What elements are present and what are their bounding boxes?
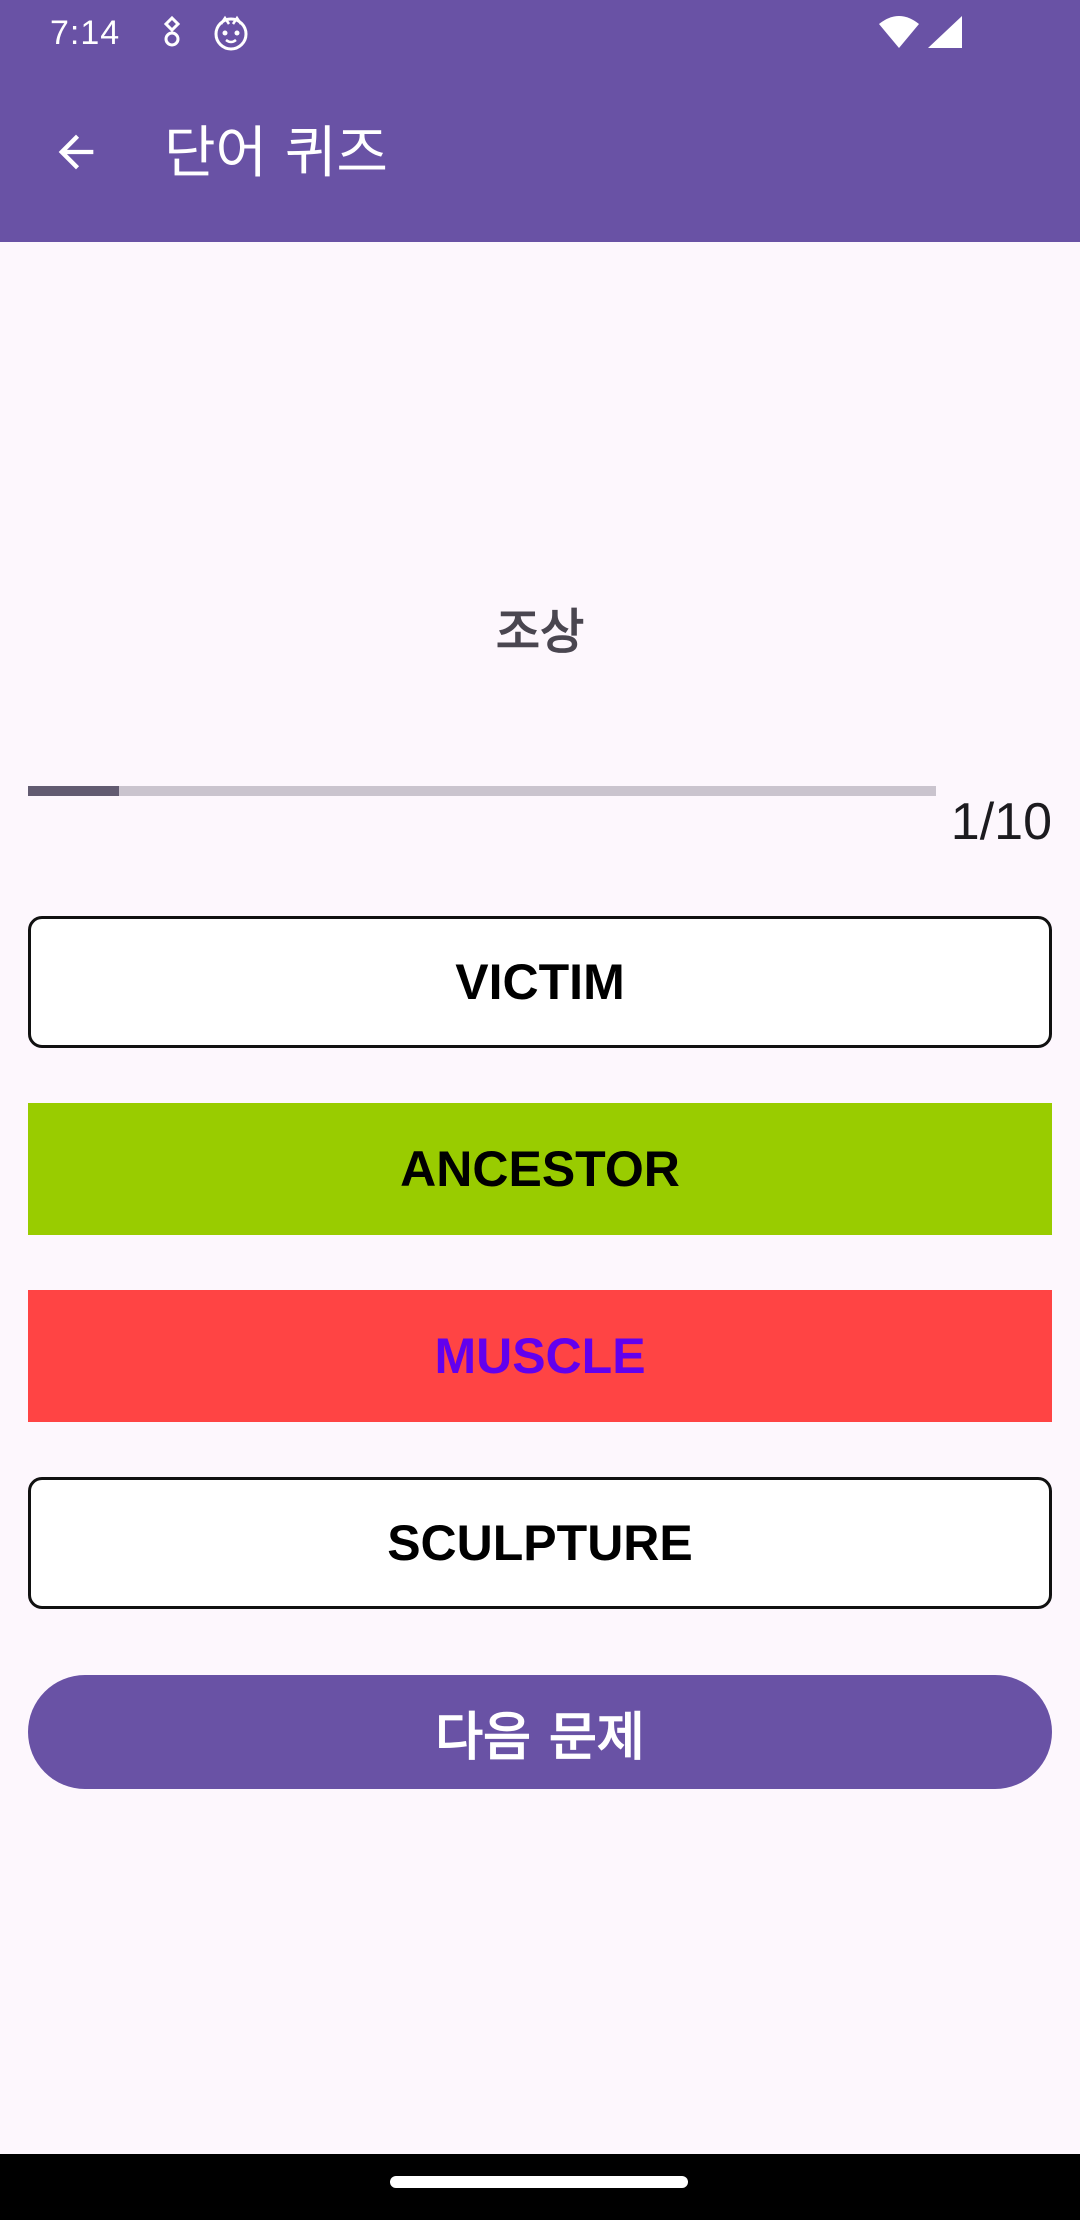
- home-gesture-handle[interactable]: [390, 2176, 688, 2188]
- quiz-progress-fill: [28, 786, 119, 796]
- status-bar: 7:14: [0, 0, 1080, 66]
- answer-option-3-wrong[interactable]: MUSCLE: [28, 1290, 1052, 1422]
- page-title: 단어 퀴즈: [164, 121, 388, 186]
- notification-badge-icon: [156, 14, 188, 50]
- answer-option-4[interactable]: SCULPTURE: [28, 1477, 1052, 1609]
- quiz-progress-count: 1/10: [950, 793, 1052, 851]
- arrow-back-icon: [50, 126, 102, 182]
- app-bar: 7:14 단어 퀴즈: [0, 0, 1080, 242]
- cell-signal-icon: [926, 14, 964, 50]
- next-question-button[interactable]: 다음 문제: [28, 1675, 1052, 1789]
- back-button[interactable]: [40, 118, 112, 190]
- quiz-progress-bar: [28, 786, 936, 796]
- quiz-question-word: 조상: [495, 604, 585, 660]
- screen: 7:14 단어 퀴즈 조상 1/10 VICTIM ANCESTOR MUSCL…: [0, 0, 1080, 2220]
- cat-face-icon: [212, 14, 250, 52]
- answer-option-2-correct[interactable]: ANCESTOR: [28, 1103, 1052, 1235]
- answer-option-1[interactable]: VICTIM: [28, 916, 1052, 1048]
- status-time: 7:14: [50, 14, 121, 52]
- wifi-icon: [878, 14, 920, 50]
